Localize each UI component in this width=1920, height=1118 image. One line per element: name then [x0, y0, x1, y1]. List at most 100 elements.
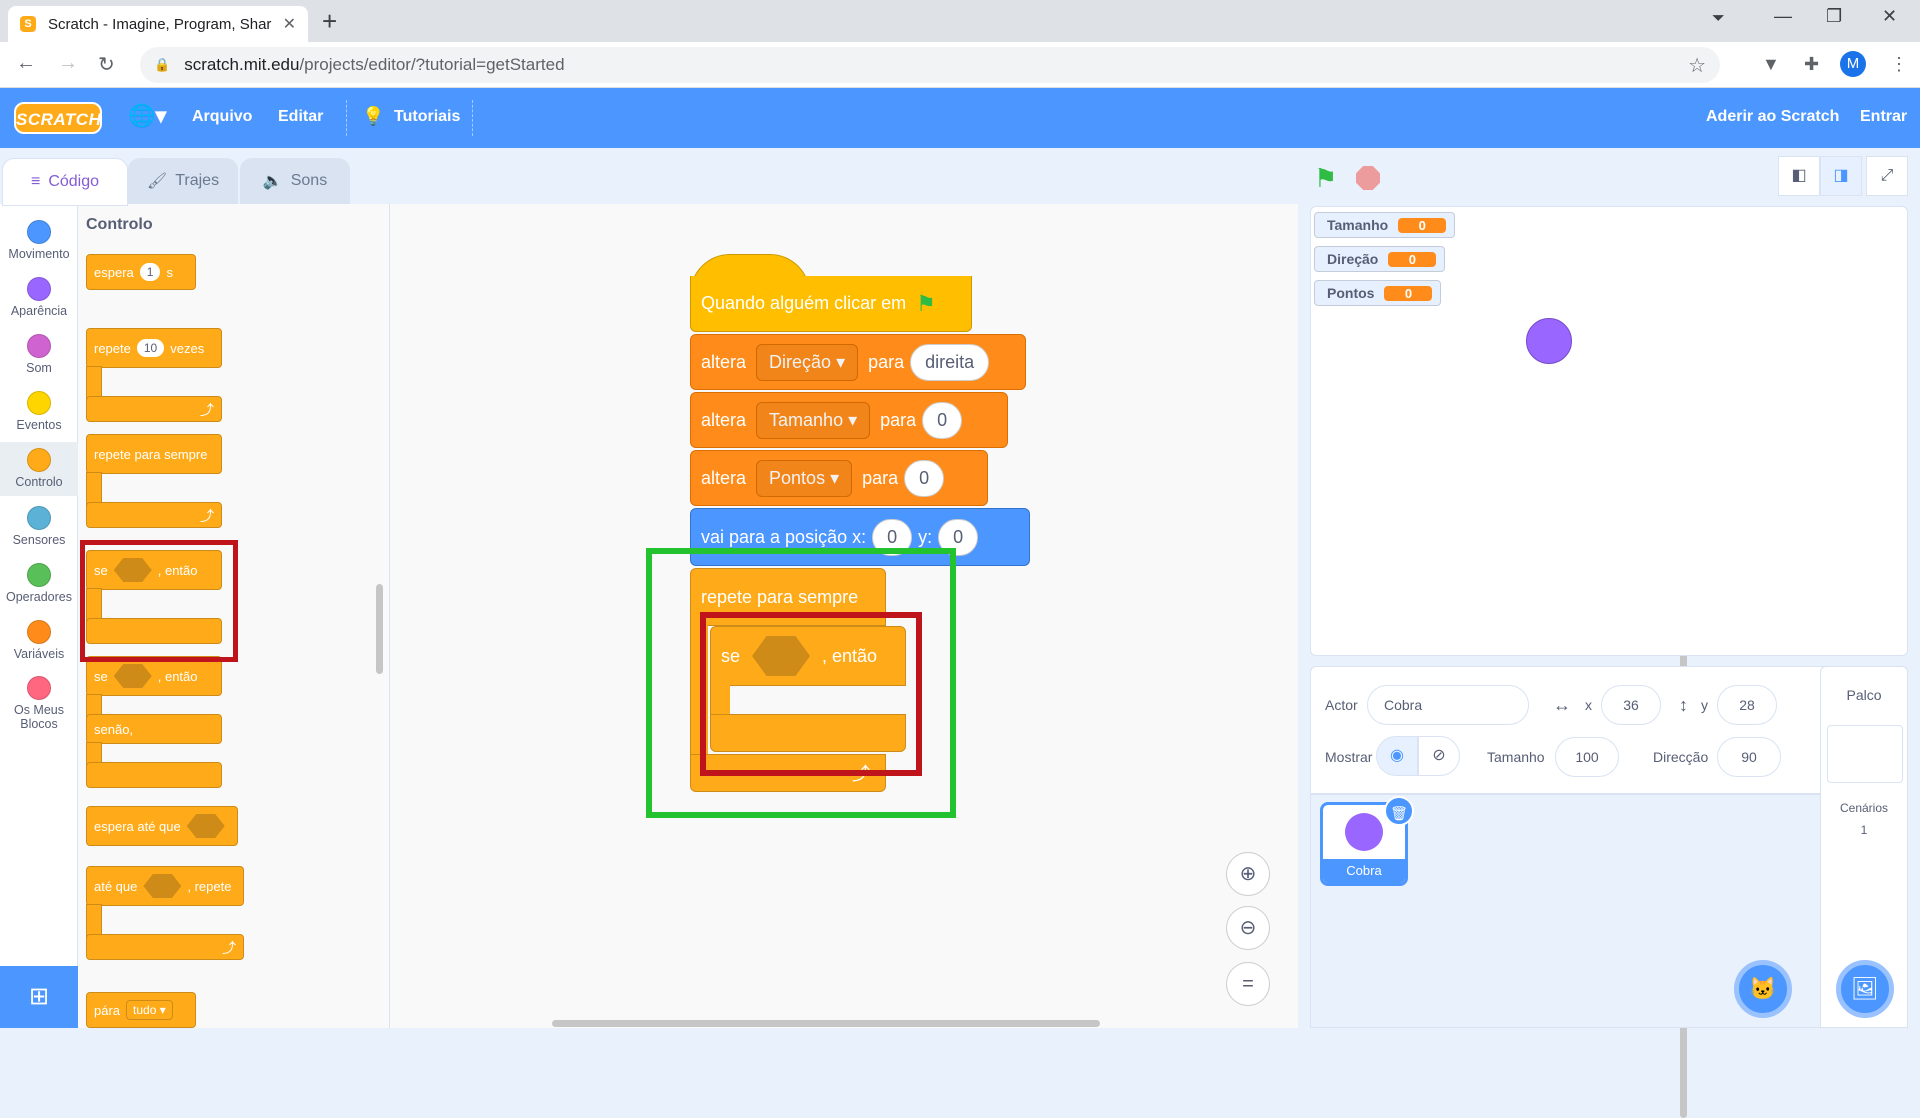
profile-avatar[interactable]: M: [1840, 51, 1866, 77]
menu-edit[interactable]: Editar: [278, 108, 323, 126]
green-flag-icon: ⚑: [916, 290, 936, 316]
normal-stage-button[interactable]: ◨: [1820, 156, 1862, 196]
show-sprite-eye-icon[interactable]: ◉: [1376, 736, 1418, 776]
category-6[interactable]: Operadores: [0, 557, 78, 611]
join-scratch-link[interactable]: Aderir ao Scratch: [1706, 108, 1839, 126]
minimize-button[interactable]: —: [1774, 6, 1792, 27]
value-input[interactable]: direita: [910, 343, 990, 381]
zoom-reset-button[interactable]: =: [1226, 962, 1270, 1006]
fullscreen-button[interactable]: ⤢: [1866, 156, 1908, 196]
category-7[interactable]: Variáveis: [0, 614, 78, 668]
extension-icon[interactable]: ▼: [1762, 54, 1780, 75]
sprite-name-input[interactable]: Cobra: [1367, 685, 1529, 725]
set-to-label: para: [868, 351, 905, 372]
brush-icon: 🖌: [146, 173, 168, 190]
browser-tab-strip: S Scratch - Imagine, Program, Shar ✕ + ⏷…: [0, 0, 1920, 42]
set-to-label: para: [862, 467, 899, 488]
palette-scrollbar[interactable]: [376, 584, 383, 674]
category-8[interactable]: Os Meus Blocos: [0, 670, 78, 731]
block-palette: Controlo espera 1 s repete 10 vezes ⤴ re…: [78, 204, 390, 1028]
tab-costumes[interactable]: 🖌 Trajes: [128, 158, 238, 204]
close-window-button[interactable]: ✕: [1882, 6, 1897, 27]
sign-in-link[interactable]: Entrar: [1860, 108, 1907, 126]
stage-sprite-cobra[interactable]: [1526, 318, 1572, 364]
speaker-icon: 🔈: [262, 173, 283, 190]
category-label: Variáveis: [13, 647, 65, 661]
back-icon[interactable]: ←: [16, 52, 36, 75]
puzzle-icon[interactable]: ✚: [1804, 54, 1819, 75]
boolean-slot[interactable]: [143, 874, 182, 898]
add-sprite-button[interactable]: 🐱: [1734, 960, 1792, 1018]
boolean-slot[interactable]: [186, 814, 225, 838]
tab-sounds[interactable]: 🔈 Sons: [240, 158, 350, 204]
block-wait-until[interactable]: espera até que: [86, 806, 238, 846]
small-stage-button[interactable]: ◧: [1778, 156, 1820, 196]
stop-option-value: tudo: [133, 1003, 157, 1017]
delete-sprite-icon[interactable]: 🗑: [1384, 796, 1414, 826]
add-extension-button[interactable]: ⊞: [0, 966, 78, 1028]
monitor-value: 0: [1388, 251, 1437, 267]
sprite-direction-input[interactable]: 90: [1717, 737, 1781, 777]
vertical-arrows-icon: ↕: [1679, 695, 1688, 715]
block-repeat-until-label: até que: [94, 878, 138, 894]
maximize-button[interactable]: ❐: [1826, 6, 1842, 27]
bookmark-star-icon[interactable]: ☆: [1688, 53, 1706, 78]
script-set-points[interactable]: altera Pontos ▾ para 0: [690, 450, 988, 506]
category-4[interactable]: Controlo: [0, 442, 78, 496]
category-1[interactable]: Aparência: [0, 271, 78, 325]
monitor-points[interactable]: Pontos 0: [1314, 280, 1442, 306]
monitor-size[interactable]: Tamanho 0: [1314, 212, 1456, 238]
scratch-logo[interactable]: SCRATCH: [14, 102, 102, 134]
block-wait-input[interactable]: 1: [139, 263, 161, 281]
stage-canvas[interactable]: [1310, 206, 1908, 656]
script-set-direction[interactable]: altera Direção ▾ para direita: [690, 334, 1026, 390]
forward-icon[interactable]: →: [58, 52, 78, 75]
browser-tab[interactable]: S Scratch - Imagine, Program, Shar ✕: [8, 6, 308, 42]
variable-dropdown[interactable]: Tamanho ▾: [756, 401, 871, 439]
language-globe-icon[interactable]: 🌐▾: [128, 103, 166, 129]
add-backdrop-button[interactable]: 🖼: [1836, 960, 1894, 1018]
set-verb: altera: [701, 409, 747, 430]
green-flag-button[interactable]: ⚑: [1314, 163, 1337, 194]
close-tab-icon[interactable]: ✕: [283, 14, 296, 34]
script-hat-block[interactable]: Quando alguém clicar em ⚑: [690, 276, 972, 332]
reload-icon[interactable]: ↻: [98, 52, 115, 77]
hide-sprite-eye-icon[interactable]: ⊘: [1418, 736, 1460, 776]
script-horizontal-scrollbar[interactable]: [552, 1020, 1100, 1027]
block-wait-unit: s: [166, 264, 173, 280]
category-3[interactable]: Eventos: [0, 385, 78, 439]
variable-dropdown[interactable]: Direção ▾: [756, 343, 859, 381]
set-to-label: para: [880, 409, 917, 430]
show-label: Mostrar: [1325, 749, 1373, 765]
category-color-dot: [27, 277, 51, 301]
zoom-out-button[interactable]: ⊖: [1226, 906, 1270, 950]
block-repeat-input[interactable]: 10: [136, 339, 165, 357]
monitor-direction[interactable]: Direção 0: [1314, 246, 1446, 272]
value-input[interactable]: 0: [904, 459, 945, 497]
category-0[interactable]: Movimento: [0, 214, 78, 268]
url-host: scratch.mit.edu: [184, 55, 300, 74]
tab-code[interactable]: ≡ Código: [2, 158, 128, 206]
new-tab-button[interactable]: +: [322, 6, 337, 37]
menu-file[interactable]: Arquivo: [192, 108, 252, 126]
block-repeat-until-suffix: , repete: [187, 878, 232, 894]
category-5[interactable]: Sensores: [0, 500, 78, 554]
script-set-size[interactable]: altera Tamanho ▾ para 0: [690, 392, 1008, 448]
category-2[interactable]: Som: [0, 328, 78, 382]
stop-option-dropdown[interactable]: tudo ▾: [126, 1000, 173, 1020]
sprite-size-input[interactable]: 100: [1555, 737, 1619, 777]
menu-tutorials[interactable]: Tutoriais: [394, 108, 460, 126]
address-bar[interactable]: 🔒 scratch.mit.edu/projects/editor/?tutor…: [140, 47, 1720, 83]
block-stop[interactable]: pára tudo ▾: [86, 992, 196, 1028]
block-wait[interactable]: espera 1 s: [86, 254, 196, 290]
boolean-slot[interactable]: [113, 664, 152, 688]
sprite-y-input[interactable]: 28: [1717, 685, 1777, 725]
block-wait-until-label: espera até que: [94, 818, 181, 834]
sprite-x-input[interactable]: 36: [1601, 685, 1661, 725]
value-input[interactable]: 0: [922, 401, 963, 439]
variable-dropdown[interactable]: Pontos ▾: [756, 459, 853, 497]
tab-search-icon[interactable]: ⏷: [1712, 10, 1725, 28]
stop-button[interactable]: [1356, 166, 1380, 190]
browser-menu-icon[interactable]: ⋮: [1890, 54, 1908, 75]
zoom-in-button[interactable]: ⊕: [1226, 852, 1270, 896]
